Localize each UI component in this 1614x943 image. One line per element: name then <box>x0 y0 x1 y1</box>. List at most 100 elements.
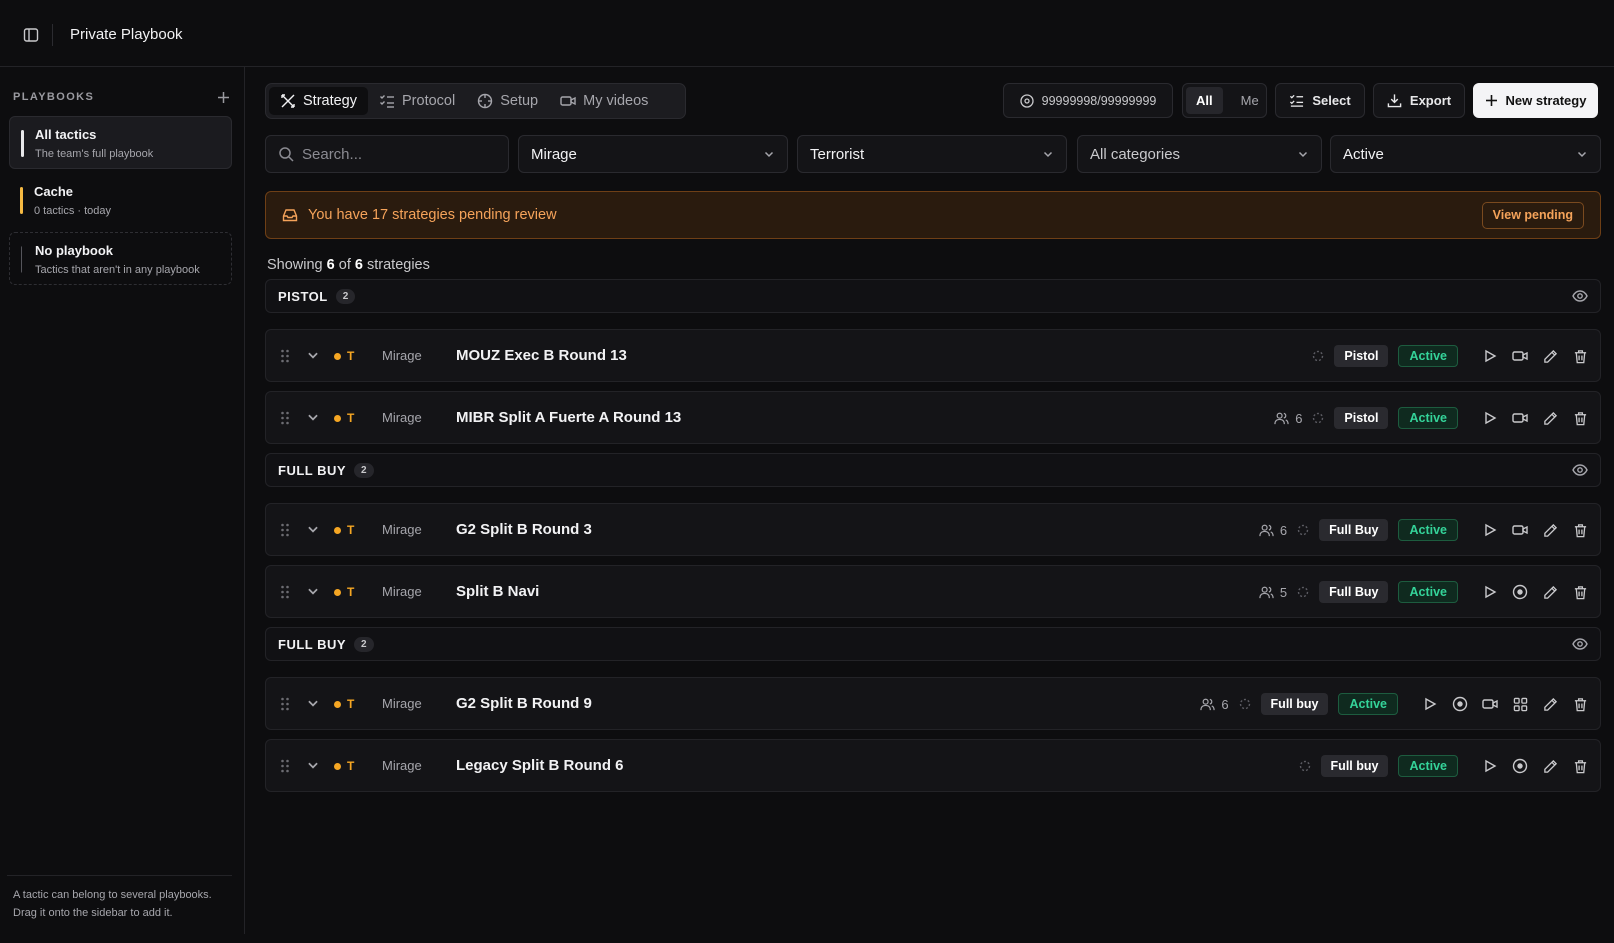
play-icon[interactable] <box>1480 346 1500 366</box>
video-icon[interactable] <box>1510 520 1530 540</box>
chevron-down-icon[interactable] <box>306 410 320 424</box>
tab-protocol[interactable]: Protocol <box>368 87 466 115</box>
sidebar-item-no-playbook[interactable]: No playbook Tactics that aren't in any p… <box>9 232 232 285</box>
filter-all-button[interactable]: All <box>1186 87 1223 114</box>
chevron-down-icon[interactable] <box>306 696 320 710</box>
category-select[interactable]: All categories <box>1077 135 1322 173</box>
chevron-down-icon[interactable] <box>306 522 320 536</box>
trash-icon[interactable] <box>1570 694 1590 714</box>
tab-label: My videos <box>583 93 649 109</box>
summary-prefix: Showing <box>267 257 323 273</box>
drag-handle-icon[interactable] <box>280 696 290 712</box>
strategy-row[interactable]: T Mirage G2 Split B Round 3 6 Full Buy A… <box>265 503 1601 556</box>
play-icon[interactable] <box>1420 694 1440 714</box>
edit-icon[interactable] <box>1540 582 1560 602</box>
strategy-row[interactable]: T Mirage Split B Navi 5 Full Buy Active <box>265 565 1601 618</box>
group-title: FULL BUY <box>278 636 347 652</box>
tab-setup[interactable]: Setup <box>466 87 549 115</box>
status-select[interactable]: Active <box>1330 135 1601 173</box>
playbook-title: No playbook <box>35 243 114 258</box>
strategy-row[interactable]: T Mirage G2 Split B Round 9 6 Full buy A… <box>265 677 1601 730</box>
edit-icon[interactable] <box>1540 520 1560 540</box>
group-header-full-buy-2[interactable]: FULL BUY 2 <box>265 627 1601 661</box>
play-icon[interactable] <box>1480 408 1500 428</box>
trash-icon[interactable] <box>1570 520 1590 540</box>
drag-handle-icon[interactable] <box>280 522 290 538</box>
eye-icon[interactable] <box>1572 462 1588 478</box>
side-label: T <box>347 585 355 599</box>
side-select[interactable]: Terrorist <box>797 135 1067 173</box>
tab-my-videos[interactable]: My videos <box>549 87 659 115</box>
drag-handle-icon[interactable] <box>280 410 290 426</box>
target-icon[interactable] <box>1450 694 1470 714</box>
add-playbook-icon[interactable] <box>215 89 231 105</box>
trash-icon[interactable] <box>1570 346 1590 366</box>
loading-icon <box>1297 586 1309 598</box>
side-dot <box>334 589 341 596</box>
status-select-value: Active <box>1343 145 1384 163</box>
view-pending-button[interactable]: View pending <box>1481 201 1584 229</box>
select-button[interactable]: Select <box>1275 83 1365 118</box>
edit-icon[interactable] <box>1540 408 1560 428</box>
trash-icon[interactable] <box>1570 756 1590 776</box>
chevron-down-icon[interactable] <box>306 758 320 772</box>
search-input[interactable]: Search... <box>265 135 509 173</box>
side-label: T <box>347 523 355 537</box>
eye-icon[interactable] <box>1572 636 1588 652</box>
export-button[interactable]: Export <box>1373 83 1465 118</box>
tab-label: Protocol <box>402 93 456 109</box>
tab-label: Setup <box>500 93 539 109</box>
eye-icon[interactable] <box>1572 288 1588 304</box>
map-select[interactable]: Mirage <box>518 135 788 173</box>
playbook-color-bar <box>21 246 22 273</box>
tab-strategy[interactable]: Strategy <box>269 87 368 115</box>
strategy-icon <box>281 94 295 108</box>
edit-icon[interactable] <box>1540 694 1560 714</box>
drag-handle-icon[interactable] <box>280 348 290 364</box>
video-icon[interactable] <box>1510 346 1530 366</box>
category-badge: Full Buy <box>1319 519 1389 541</box>
strategy-row[interactable]: T Mirage Legacy Split B Round 6 Full buy… <box>265 739 1601 792</box>
target-icon[interactable] <box>1510 756 1530 776</box>
group-title: PISTOL <box>278 288 328 304</box>
new-strategy-button[interactable]: New strategy <box>1473 83 1598 118</box>
strategy-row[interactable]: T Mirage MOUZ Exec B Round 13 Pistol Act… <box>265 329 1601 382</box>
filter-me-button[interactable]: Me <box>1231 87 1269 114</box>
grid-icon[interactable] <box>1510 694 1530 714</box>
edit-icon[interactable] <box>1540 756 1560 776</box>
target-icon[interactable] <box>1510 582 1530 602</box>
play-icon[interactable] <box>1480 756 1500 776</box>
play-icon[interactable] <box>1480 520 1500 540</box>
player-count: 6 <box>1200 697 1229 712</box>
edit-icon[interactable] <box>1540 346 1560 366</box>
category-badge: Pistol <box>1334 345 1389 367</box>
trash-icon[interactable] <box>1570 408 1590 428</box>
crosshair-icon <box>478 93 493 109</box>
sidebar-item-all-tactics[interactable]: All tactics The team's full playbook <box>9 116 232 169</box>
sidebar-toggle-icon[interactable] <box>20 24 42 46</box>
playbook-subtitle: The team's full playbook <box>35 148 154 160</box>
trash-icon[interactable] <box>1570 582 1590 602</box>
playbook-title: Cache <box>34 184 74 199</box>
drag-handle-icon[interactable] <box>280 584 290 600</box>
video-icon[interactable] <box>1480 694 1500 714</box>
group-header-full-buy[interactable]: FULL BUY 2 <box>265 453 1601 487</box>
strategy-title: Legacy Split B Round 6 <box>456 757 624 774</box>
side-dot <box>334 763 341 770</box>
sidebar-item-cache[interactable]: Cache 0 tactics · today <box>9 174 232 227</box>
group-header-pistol[interactable]: PISTOL 2 <box>265 279 1601 313</box>
play-icon[interactable] <box>1480 582 1500 602</box>
summary-of: of <box>338 257 351 273</box>
chevron-down-icon[interactable] <box>306 348 320 362</box>
chevron-down-icon[interactable] <box>306 584 320 598</box>
users-icon <box>1259 586 1274 598</box>
group-count-badge: 2 <box>335 288 356 304</box>
strategy-row[interactable]: T Mirage MIBR Split A Fuerte A Round 13 … <box>265 391 1601 444</box>
video-icon[interactable] <box>1510 408 1530 428</box>
strategy-title: Split B Navi <box>456 583 540 600</box>
strategy-title: MIBR Split A Fuerte A Round 13 <box>456 409 682 426</box>
drag-handle-icon[interactable] <box>280 758 290 774</box>
video-icon <box>560 96 576 106</box>
users-icon <box>1274 412 1289 424</box>
search-icon <box>279 147 294 162</box>
